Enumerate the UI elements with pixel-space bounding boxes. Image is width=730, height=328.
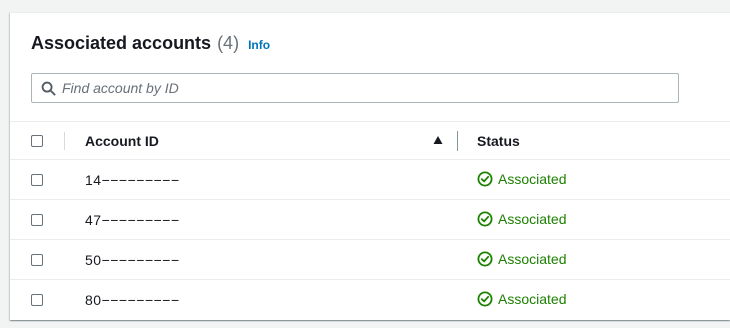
search-input[interactable] — [62, 74, 662, 102]
status-cell: Associated — [477, 171, 566, 187]
account-id-cell: 14−−−−−−−−− — [85, 172, 180, 188]
table-row: 80−−−−−−−−− Associated — [10, 280, 730, 320]
panel-header: Associated accounts (4) Info — [31, 33, 270, 54]
sort-ascending-icon[interactable] — [433, 135, 443, 145]
select-all-checkbox[interactable] — [31, 135, 43, 147]
column-divider — [64, 132, 65, 150]
check-circle-icon — [477, 171, 493, 187]
page: Associated accounts (4) Info Account ID … — [0, 0, 730, 328]
status-cell: Associated — [477, 291, 566, 307]
account-id-cell: 50−−−−−−−−− — [85, 252, 180, 268]
account-count: (4) — [217, 33, 240, 53]
table-row: 14−−−−−−−−− Associated — [10, 160, 730, 200]
table-row: 47−−−−−−−−− Associated — [10, 200, 730, 240]
associated-accounts-panel: Associated accounts (4) Info Account ID … — [10, 12, 730, 320]
table-row: 50−−−−−−−−− Associated — [10, 240, 730, 280]
status-label: Associated — [498, 171, 567, 187]
account-id-cell: 80−−−−−−−−− — [85, 292, 180, 308]
info-link[interactable]: Info — [248, 38, 270, 52]
status-cell: Associated — [477, 211, 566, 227]
column-resize-handle[interactable] — [457, 131, 458, 151]
accounts-table: Account ID Status 14−−−−−−−−− Associated — [10, 121, 730, 320]
search-icon — [41, 81, 56, 96]
status-label: Associated — [498, 291, 567, 307]
panel-title: Associated accounts — [31, 33, 212, 53]
row-checkbox[interactable] — [31, 294, 43, 306]
status-label: Associated — [498, 251, 567, 267]
row-checkbox[interactable] — [31, 174, 43, 186]
status-label: Associated — [498, 211, 567, 227]
status-cell: Associated — [477, 251, 566, 267]
check-circle-icon — [477, 251, 493, 267]
column-header-account-id[interactable]: Account ID — [85, 133, 159, 149]
check-circle-icon — [477, 211, 493, 227]
column-header-status[interactable]: Status — [477, 133, 520, 149]
account-id-cell: 47−−−−−−−−− — [85, 212, 180, 228]
check-circle-icon — [477, 291, 493, 307]
search-box[interactable] — [31, 73, 679, 103]
row-checkbox[interactable] — [31, 254, 43, 266]
row-checkbox[interactable] — [31, 214, 43, 226]
table-header: Account ID Status — [10, 121, 730, 160]
